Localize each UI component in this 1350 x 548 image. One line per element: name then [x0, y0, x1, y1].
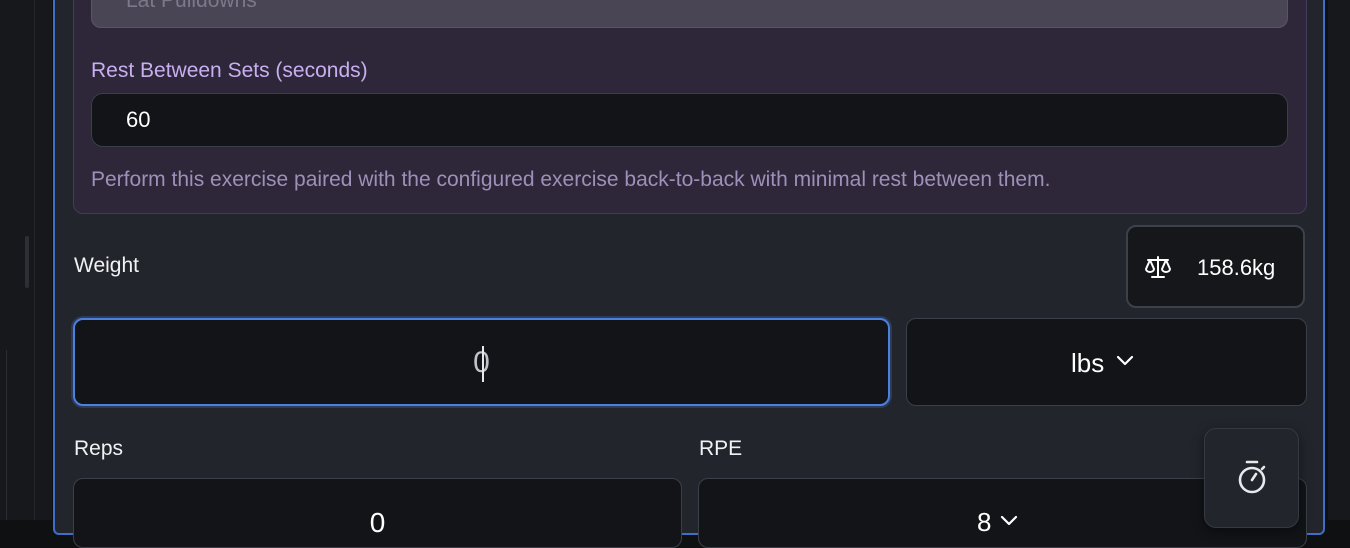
reps-label: Reps — [74, 437, 124, 460]
rest-seconds-input[interactable]: 60 — [91, 93, 1288, 147]
stopwatch-icon — [1238, 460, 1266, 494]
scale-icon — [1145, 256, 1171, 278]
resize-handle[interactable] — [25, 236, 29, 288]
chevron-down-icon — [1000, 515, 1018, 526]
rest-between-sets-label: Rest Between Sets (seconds) — [91, 59, 368, 82]
scale-weight-value: 158.6kg — [1197, 255, 1276, 280]
weight-unit-select[interactable]: lbs — [906, 318, 1307, 406]
reps-input[interactable]: 0 — [73, 478, 682, 548]
superset-helper-text: Perform this exercise paired with the co… — [91, 168, 1051, 191]
scale-reading-button[interactable]: 158.6kg — [1126, 225, 1305, 308]
rpe-label: RPE — [699, 437, 743, 460]
left-panel — [0, 0, 52, 520]
rpe-value: 8 — [977, 507, 992, 537]
right-panel — [1328, 0, 1350, 520]
reps-value: 0 — [369, 507, 386, 538]
panel-divider — [34, 0, 35, 520]
text-caret — [482, 346, 484, 382]
superset-exercise-select[interactable]: Lat Pulldowns — [91, 0, 1288, 28]
weight-label: Weight — [74, 254, 139, 277]
weight-unit-value: lbs — [1071, 348, 1105, 378]
side-panel-edge — [0, 350, 7, 520]
chevron-down-icon — [1116, 355, 1134, 366]
rest-timer-button[interactable] — [1204, 428, 1299, 528]
weight-input[interactable]: 0 — [73, 318, 890, 406]
